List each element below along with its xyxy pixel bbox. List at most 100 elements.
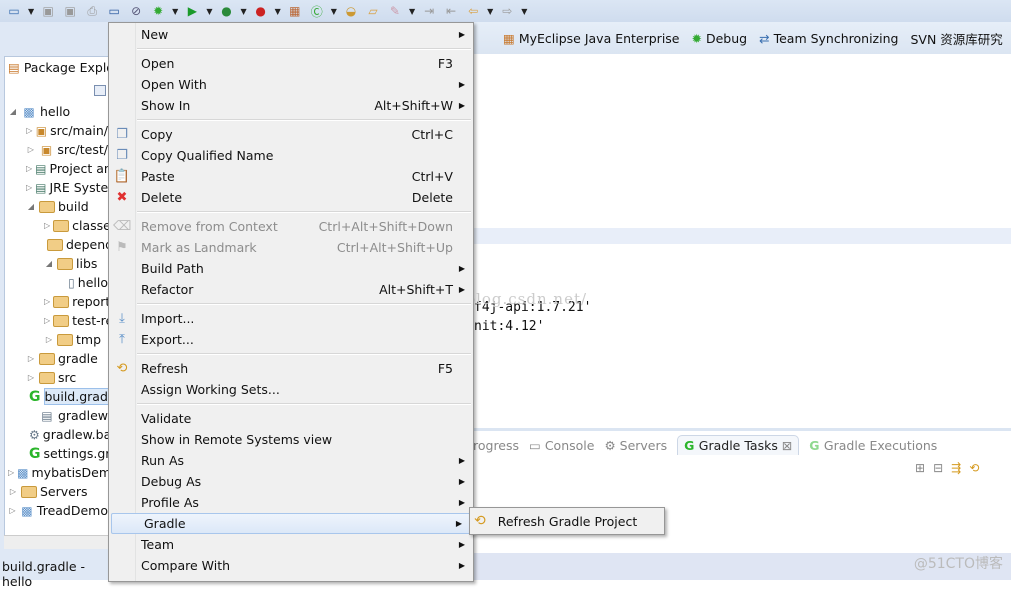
dropdown-arrow-icon[interactable]: ▼ — [275, 7, 281, 16]
menu-item-copy-qualified-name[interactable]: ❐ Copy Qualified Name — [109, 145, 473, 166]
menu-item-validate[interactable]: Validate — [109, 408, 473, 429]
collapsed-icon[interactable]: ▷ — [8, 506, 17, 515]
collapsed-icon[interactable]: ▷ — [44, 297, 50, 306]
tab-servers[interactable]: ⚙ Servers — [604, 438, 667, 453]
collapsed-icon[interactable]: ▷ — [8, 487, 18, 496]
next-annotation-icon[interactable]: ⇥ — [421, 3, 437, 19]
tree-item[interactable]: ▷ src — [0, 368, 108, 387]
menu-item-debug-as[interactable]: Debug As ▶ — [109, 471, 473, 492]
tree-item[interactable]: ▷reports — [0, 292, 108, 311]
collapsed-icon[interactable]: ▷ — [26, 354, 36, 363]
dropdown-arrow-icon[interactable]: ▼ — [28, 7, 34, 16]
menu-item-profile-as[interactable]: Profile As ▶ — [109, 492, 473, 513]
tree-item[interactable]: dependency — [0, 235, 108, 254]
back-icon[interactable]: ⇦ — [465, 3, 481, 19]
perspective-1[interactable]: ✹ Debug — [692, 31, 748, 46]
expanded-icon[interactable]: ◢ — [44, 259, 54, 268]
perspective-3[interactable]: SVN 资源库研究 — [910, 29, 1002, 48]
new-wizard-icon[interactable]: ▭ — [6, 3, 22, 19]
menu-item-refactor[interactable]: Refactor Alt+Shift+T ▶ — [109, 279, 473, 300]
submenu-item-refresh-gradle-project[interactable]: ⟲ Refresh Gradle Project — [470, 513, 637, 529]
collapsed-icon[interactable]: ▷ — [44, 316, 50, 325]
menu-item-gradle[interactable]: Gradle ▶ — [111, 513, 471, 534]
tree-item[interactable]: ◢ ▩ hello — [0, 102, 108, 121]
tree-item[interactable]: ▷ ▣ src/main/ — [0, 121, 108, 140]
tree-item[interactable]: ▷▤JRE System — [0, 178, 108, 197]
new-class-icon[interactable]: Ⓒ — [309, 3, 325, 19]
menu-item-assign-working-sets[interactable]: Assign Working Sets... — [109, 379, 473, 400]
tree-item[interactable]: ▷classes — [0, 216, 108, 235]
collapsed-icon[interactable]: ▷ — [8, 468, 14, 477]
tab-gradle-executions[interactable]: G Gradle Executions — [809, 438, 937, 453]
tab-console[interactable]: ▭ Console — [529, 438, 594, 453]
prev-annotation-icon[interactable]: ⇤ — [443, 3, 459, 19]
dropdown-arrow-icon[interactable]: ▼ — [172, 7, 178, 16]
expanded-icon[interactable]: ◢ — [8, 107, 18, 116]
menu-item-paste[interactable]: 📋 Paste Ctrl+V — [109, 166, 473, 187]
tree-item[interactable]: Gbuild.gradle — [0, 387, 108, 406]
collapsed-icon[interactable]: ▷ — [26, 145, 36, 154]
open-folder-icon[interactable]: ▱ — [365, 3, 381, 19]
link-icon[interactable]: ⇶ — [951, 461, 961, 475]
tree-item[interactable]: ▤ gradlew — [0, 406, 108, 425]
tree-item[interactable]: ▷ ▩ TreadDemo — [0, 501, 108, 520]
collapsed-icon[interactable]: ▷ — [44, 335, 54, 344]
new-java-package-icon[interactable]: ▦ — [287, 3, 303, 19]
debug-icon[interactable]: ✹ — [150, 3, 166, 19]
menu-item-show-in-remote-systems-view[interactable]: Show in Remote Systems view — [109, 429, 473, 450]
tree-item[interactable]: ▷▤Project and — [0, 159, 108, 178]
tree-item[interactable]: ▯ hello — [0, 273, 108, 292]
tree-item[interactable]: ◢ build — [0, 197, 108, 216]
skip-breakpoints-icon[interactable]: ⊘ — [128, 3, 144, 19]
menu-item-copy[interactable]: ❐ Copy Ctrl+C — [109, 124, 473, 145]
menu-item-refresh[interactable]: ⟲ Refresh F5 — [109, 358, 473, 379]
dropdown-arrow-icon[interactable]: ▼ — [206, 7, 212, 16]
tab-rogress[interactable]: rogress — [473, 438, 519, 453]
menu-item-team[interactable]: Team ▶ — [109, 534, 473, 555]
dropdown-arrow-icon[interactable]: ▼ — [240, 7, 246, 16]
print-icon[interactable]: ⎙ — [84, 3, 100, 19]
package-explorer-tab[interactable]: ▤ Package Explo. — [8, 60, 118, 75]
coverage-icon[interactable]: ● — [218, 3, 234, 19]
open-type-icon[interactable]: ◒ — [343, 3, 359, 19]
tree-item[interactable]: ▷▩mybatisDemo — [0, 463, 108, 482]
collapsed-icon[interactable]: ▷ — [26, 373, 36, 382]
refresh-icon[interactable]: ⟲ — [969, 461, 979, 475]
horizontal-scrollbar[interactable] — [4, 535, 108, 549]
collapsed-icon[interactable]: ▷ — [26, 126, 33, 135]
menu-item-import[interactable]: ⤓ Import... — [109, 308, 473, 329]
menu-item-open-with[interactable]: Open With ▶ — [109, 74, 473, 95]
dropdown-arrow-icon[interactable]: ▼ — [409, 7, 415, 16]
dropdown-arrow-icon[interactable]: ▼ — [331, 7, 337, 16]
menu-item-delete[interactable]: ✖ Delete Delete — [109, 187, 473, 208]
collapsed-icon[interactable]: ▷ — [26, 164, 32, 173]
collapse-all-icon[interactable] — [94, 85, 106, 96]
menu-item-show-in[interactable]: Show In Alt+Shift+W ▶ — [109, 95, 473, 116]
menu-item-compare-with[interactable]: Compare With ▶ — [109, 555, 473, 576]
menu-item-build-path[interactable]: Build Path ▶ — [109, 258, 473, 279]
collapse-all-icon[interactable]: ⊟ — [933, 461, 943, 475]
save-icon[interactable]: ▣ — [40, 3, 56, 19]
dropdown-arrow-icon[interactable]: ▼ — [487, 7, 493, 16]
collapsed-icon[interactable]: ▷ — [26, 183, 32, 192]
console-icon[interactable]: ▭ — [106, 3, 122, 19]
tree-item[interactable]: ▷ gradle — [0, 349, 108, 368]
menu-item-remove-from-context[interactable]: ⌫ Remove from Context Ctrl+Alt+Shift+Down — [109, 216, 473, 237]
tree-item[interactable]: ▷test-results — [0, 311, 108, 330]
tree-item[interactable]: ▷ ▣ src/test/ — [0, 140, 108, 159]
menu-item-mark-as-landmark[interactable]: ⚑ Mark as Landmark Ctrl+Alt+Shift+Up — [109, 237, 473, 258]
external-tools-icon[interactable]: ● — [253, 3, 269, 19]
close-icon[interactable]: ⊠ — [778, 438, 792, 453]
tree-item[interactable]: ◢ libs — [0, 254, 108, 273]
perspective-2[interactable]: ⇄ Team Synchronizing — [759, 31, 898, 46]
run-icon[interactable]: ▶ — [184, 3, 200, 19]
menu-item-run-as[interactable]: Run As ▶ — [109, 450, 473, 471]
expand-all-icon[interactable]: ⊞ — [915, 461, 925, 475]
dropdown-arrow-icon[interactable]: ▼ — [521, 7, 527, 16]
forward-icon[interactable]: ⇨ — [499, 3, 515, 19]
tree-item[interactable]: ⚙gradlew.bat — [0, 425, 108, 444]
save-all-icon[interactable]: ▣ — [62, 3, 78, 19]
menu-item-export[interactable]: ⤒ Export... — [109, 329, 473, 350]
menu-item-open[interactable]: Open F3 — [109, 53, 473, 74]
tab-gradle-tasks[interactable]: G Gradle Tasks ⊠ — [677, 435, 800, 455]
